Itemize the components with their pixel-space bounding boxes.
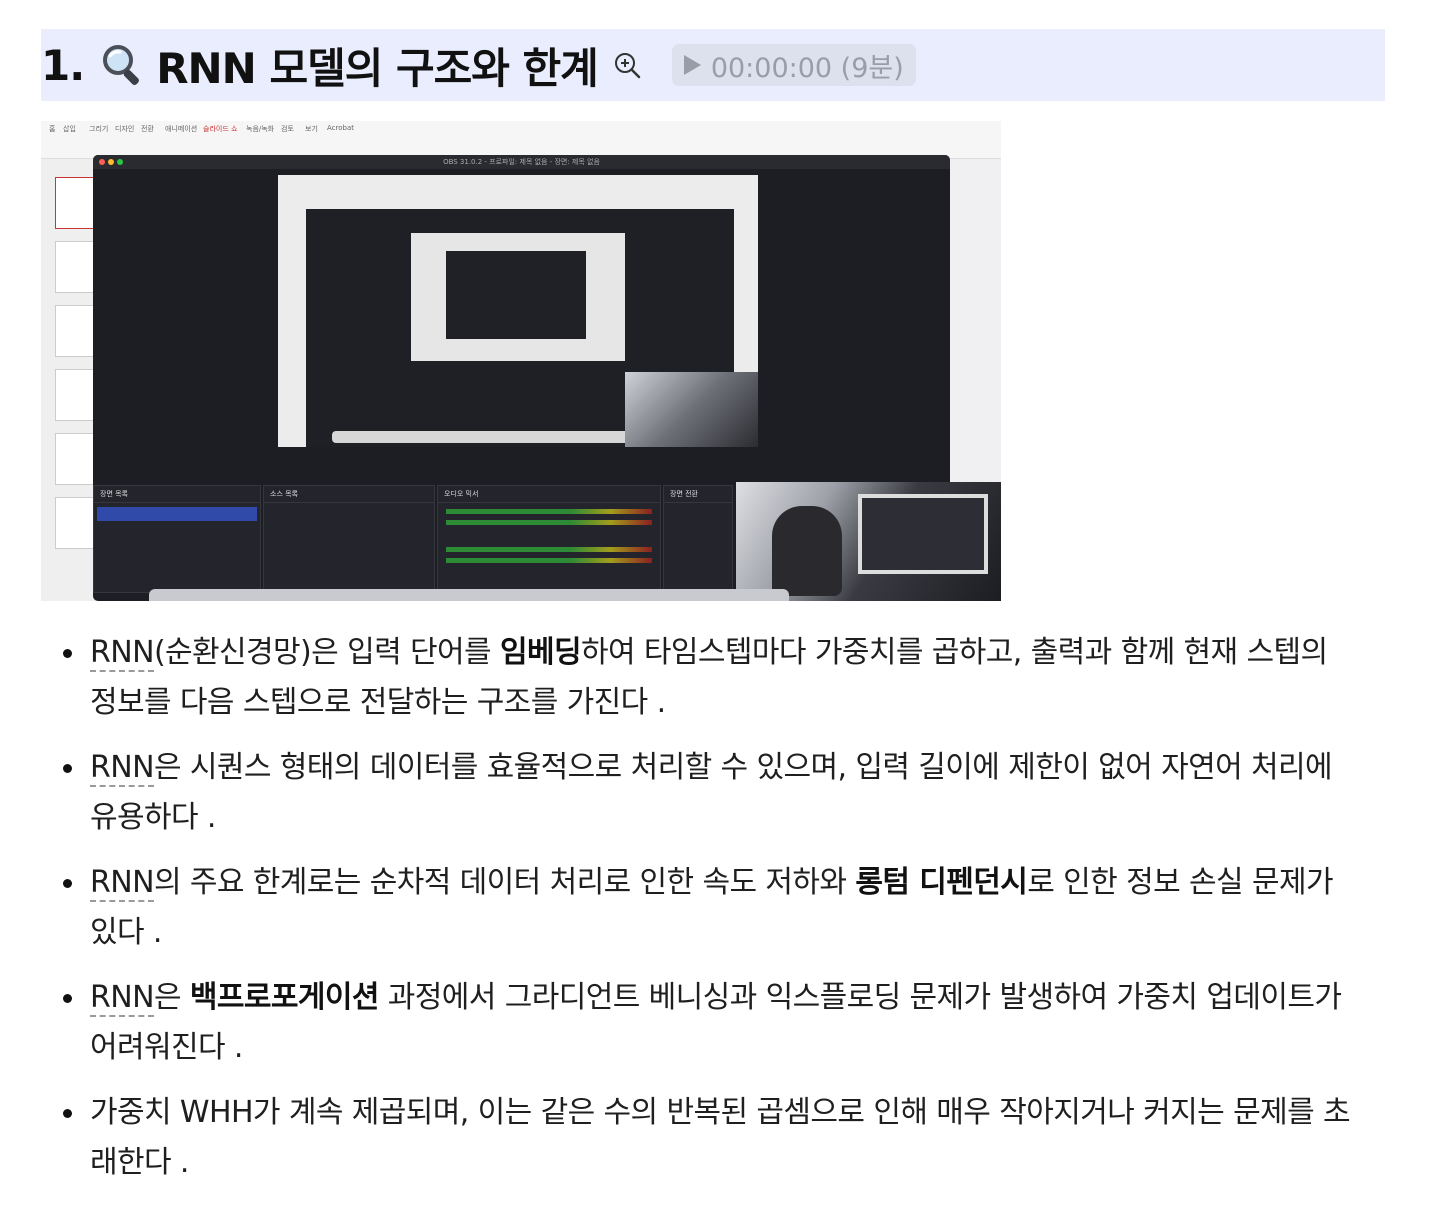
section-title: RNN 모델의 구조와 한계 [156, 43, 599, 93]
slide-thumbnails [41, 159, 101, 601]
section-number: 1. [41, 40, 85, 90]
timestamp-button[interactable]: 00:00:00 (9분) [671, 44, 916, 86]
list-item: 가중치 WHH가 계속 제곱되며, 이는 같은 수의 반복된 곱셈으로 인해 매… [60, 1088, 1360, 1188]
glossary-term[interactable]: RNN [90, 750, 155, 787]
list-item: RNN의 주요 한계로는 순차적 데이터 처리로 인한 속도 저하와 롱텀 디펜… [60, 858, 1360, 958]
section-heading: 1. RNN 모델의 구조와 한계 00:00:00 (9분) [41, 29, 1385, 101]
list-item: RNN은 시퀀스 형태의 데이터를 효율적으로 처리할 수 있으며, 입력 길이… [60, 743, 1360, 843]
webcam-overlay [736, 482, 1001, 601]
obs-window-title: OBS 31.0.2 - 프로파일: 제목 없음 - 장면: 제목 없음 [443, 158, 600, 166]
glossary-term[interactable]: RNN [90, 635, 155, 672]
list-item: RNN(순환신경망)은 입력 단어를 임베딩하여 타임스텝마다 가중치를 곱하고… [60, 628, 1360, 728]
list-item: RNN은 백프로포게이션 과정에서 그라디언트 베니싱과 익스플로딩 문제가 발… [60, 973, 1360, 1073]
lecture-screenshot[interactable]: 홈 삽입 그리기 디자인 전환 애니메이션 슬라이드 쇼 녹음/녹화 검토 보기… [41, 121, 1001, 601]
glossary-term[interactable]: RNN [90, 980, 155, 1017]
summary-list: RNN(순환신경망)은 입력 단어를 임베딩하여 타임스텝마다 가중치를 곱하고… [60, 628, 1360, 1203]
timestamp-label: 00:00:00 (9분) [710, 52, 904, 84]
magnifier-emoji-icon [103, 45, 140, 85]
powerpoint-ribbon: 홈 삽입 그리기 디자인 전환 애니메이션 슬라이드 쇼 녹음/녹화 검토 보기… [41, 121, 1001, 159]
zoom-in-icon[interactable] [612, 50, 642, 80]
obs-preview [278, 175, 758, 447]
play-icon [683, 55, 701, 75]
mac-dock [149, 589, 789, 601]
glossary-term[interactable]: RNN [90, 865, 155, 902]
